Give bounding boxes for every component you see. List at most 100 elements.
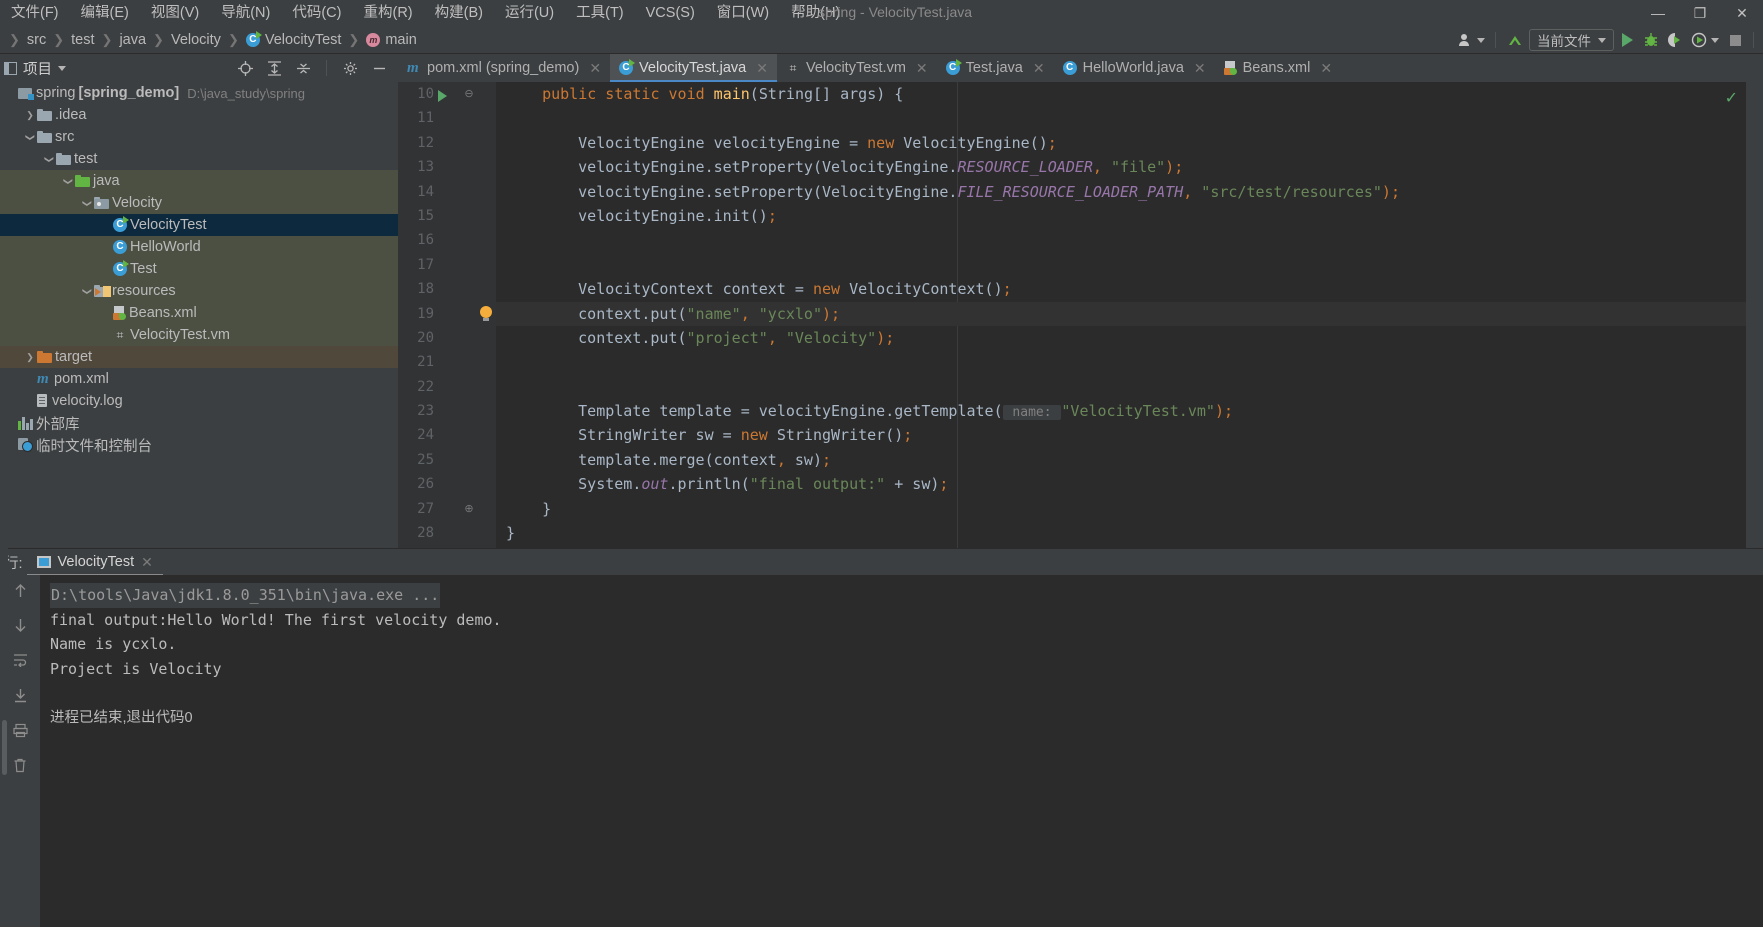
- console-panel[interactable]: D:\tools\Java\jdk1.8.0_351\bin\java.exe …: [0, 575, 1763, 927]
- code-lines[interactable]: 10 ⊖ public static void main(String[] args…: [398, 82, 1746, 545]
- menu-item-8[interactable]: 工具(T): [565, 0, 635, 26]
- close-icon[interactable]: ✕: [756, 60, 768, 77]
- run-button[interactable]: [1616, 29, 1638, 51]
- tree-node-8[interactable]: C Test: [0, 258, 398, 280]
- breadcrumb-item-1[interactable]: ❯ test: [46, 26, 94, 54]
- close-icon[interactable]: ✕: [589, 60, 601, 77]
- scroll-to-end-icon[interactable]: [8, 684, 32, 706]
- editor-tab-5[interactable]: Beans.xml ✕: [1215, 54, 1341, 82]
- code-line-22[interactable]: 22: [398, 375, 1746, 399]
- tree-node-13[interactable]: m pom.xml: [0, 368, 398, 390]
- code-line-13[interactable]: 13 velocityEngine.setProperty(VelocityEng…: [398, 155, 1746, 179]
- close-icon[interactable]: ✕: [1194, 60, 1206, 77]
- chevron-icon[interactable]: [80, 286, 94, 297]
- code-line-11[interactable]: 11: [398, 106, 1746, 130]
- code-folding-icon[interactable]: ⊕: [462, 497, 476, 521]
- inspections-ok-icon[interactable]: ✓: [1725, 88, 1738, 108]
- chevron-icon[interactable]: [80, 198, 94, 209]
- tree-node-9[interactable]: resources: [0, 280, 398, 302]
- expand-all-icon[interactable]: [263, 57, 285, 79]
- run-tab-velocitytest[interactable]: VelocityTest ✕: [27, 549, 163, 576]
- update-project-icon[interactable]: [1503, 29, 1527, 51]
- tree-node-10[interactable]: Beans.xml: [0, 302, 398, 324]
- close-icon[interactable]: ✕: [1033, 60, 1045, 77]
- close-icon[interactable]: ✕: [141, 554, 153, 571]
- project-tree[interactable]: spring[spring_demo] D:\java_study\spring.…: [0, 82, 398, 548]
- tree-node-11[interactable]: ⌗ VelocityTest.vm: [0, 324, 398, 346]
- code-line-27[interactable]: 27 ⊕}: [398, 497, 1746, 521]
- code-line-28[interactable]: 28}: [398, 521, 1746, 545]
- chevron-icon[interactable]: [23, 352, 37, 363]
- clear-all-icon[interactable]: [8, 754, 32, 776]
- tree-node-1[interactable]: .idea: [0, 104, 398, 126]
- tree-node-15[interactable]: 外部库: [0, 412, 398, 434]
- tree-node-4[interactable]: java: [0, 170, 398, 192]
- breadcrumb-item-2[interactable]: ❯ java: [95, 26, 147, 54]
- tree-node-3[interactable]: test: [0, 148, 398, 170]
- tree-node-2[interactable]: src: [0, 126, 398, 148]
- maximize-icon[interactable]: ❐: [1679, 5, 1721, 22]
- stop-button[interactable]: [1724, 29, 1746, 51]
- menu-item-7[interactable]: 运行(U): [494, 0, 565, 26]
- breadcrumb-item-4[interactable]: ❯ C VelocityTest: [221, 26, 341, 54]
- code-line-24[interactable]: 24 StringWriter sw = new StringWriter();: [398, 423, 1746, 447]
- locate-file-icon[interactable]: [234, 57, 256, 79]
- breadcrumb-item-3[interactable]: ❯ Velocity: [146, 26, 221, 54]
- breadcrumb-item-5[interactable]: ❯ m main: [341, 26, 416, 54]
- scroll-down-icon[interactable]: [8, 614, 32, 636]
- code-line-10[interactable]: 10 ⊖ public static void main(String[] args…: [398, 82, 1746, 106]
- chevron-icon[interactable]: [61, 176, 75, 187]
- collapse-all-icon[interactable]: [292, 57, 314, 79]
- tree-node-14[interactable]: velocity.log: [0, 390, 398, 412]
- menu-item-1[interactable]: 编辑(E): [70, 0, 140, 26]
- breadcrumb-item-0[interactable]: ❯ src: [2, 26, 46, 54]
- code-line-16[interactable]: 16: [398, 228, 1746, 252]
- editor-tab-2[interactable]: ⌗ VelocityTest.vm ✕: [777, 54, 937, 82]
- tree-node-16[interactable]: 临时文件和控制台: [0, 434, 398, 456]
- close-icon[interactable]: ✕: [1721, 5, 1763, 22]
- editor-tabs[interactable]: m pom.xml (spring_demo) ✕ C VelocityTest.jav…: [398, 54, 1763, 82]
- chevron-icon[interactable]: [42, 154, 56, 165]
- tree-node-7[interactable]: C HelloWorld: [0, 236, 398, 258]
- profiler-button[interactable]: [1688, 29, 1722, 51]
- code-line-23[interactable]: 23 Template template = velocityEngine.get…: [398, 399, 1746, 423]
- menu-item-9[interactable]: VCS(S): [635, 0, 706, 26]
- intention-bulb-icon[interactable]: [438, 302, 492, 326]
- soft-wrap-icon[interactable]: [8, 649, 32, 671]
- gear-icon[interactable]: [339, 57, 361, 79]
- menu-item-6[interactable]: 构建(B): [424, 0, 494, 26]
- print-icon[interactable]: [8, 719, 32, 741]
- chevron-icon[interactable]: [23, 132, 37, 143]
- tree-node-5[interactable]: Velocity: [0, 192, 398, 214]
- code-line-25[interactable]: 25 template.merge(context, sw);: [398, 448, 1746, 472]
- hide-panel-icon[interactable]: [368, 57, 390, 79]
- menu-item-10[interactable]: 窗口(W): [706, 0, 780, 26]
- chevron-icon[interactable]: [23, 110, 37, 121]
- editor-tab-4[interactable]: C HelloWorld.java ✕: [1054, 54, 1215, 82]
- scroll-up-icon[interactable]: [8, 579, 32, 601]
- debug-button[interactable]: [1640, 29, 1662, 51]
- code-line-18[interactable]: 18 VelocityContext context = new Velocity…: [398, 277, 1746, 301]
- code-line-20[interactable]: 20 context.put("project", "Velocity");: [398, 326, 1746, 350]
- tree-node-6[interactable]: C VelocityTest: [0, 214, 398, 236]
- code-line-26[interactable]: 26 System.out.println("final output:" + s…: [398, 472, 1746, 496]
- minimize-icon[interactable]: —: [1637, 5, 1679, 21]
- chevron-down-icon[interactable]: [58, 65, 66, 71]
- code-line-19[interactable]: 19 context.put("name", "ycxlo");: [398, 301, 1746, 326]
- close-icon[interactable]: ✕: [1320, 60, 1332, 77]
- editor-tab-0[interactable]: m pom.xml (spring_demo) ✕: [398, 54, 610, 82]
- menu-item-2[interactable]: 视图(V): [140, 0, 210, 26]
- menu-item-0[interactable]: 文件(F): [0, 0, 70, 26]
- code-line-21[interactable]: 21: [398, 350, 1746, 374]
- account-icon[interactable]: [1455, 29, 1488, 51]
- run-with-coverage-button[interactable]: [1664, 29, 1686, 51]
- tree-node-0[interactable]: spring [spring_demo] D:\java_study\spring: [0, 82, 398, 104]
- code-line-12[interactable]: 12 VelocityEngine velocityEngine = new Ve…: [398, 131, 1746, 155]
- code-folding-icon[interactable]: ⊖: [462, 82, 476, 106]
- code-line-17[interactable]: 17: [398, 253, 1746, 277]
- editor-tab-3[interactable]: C Test.java ✕: [937, 54, 1054, 82]
- menu-item-4[interactable]: 代码(C): [281, 0, 352, 26]
- project-title[interactable]: 项目: [4, 58, 66, 79]
- close-icon[interactable]: ✕: [916, 60, 928, 77]
- code-line-14[interactable]: 14 velocityEngine.setProperty(VelocityEng…: [398, 180, 1746, 204]
